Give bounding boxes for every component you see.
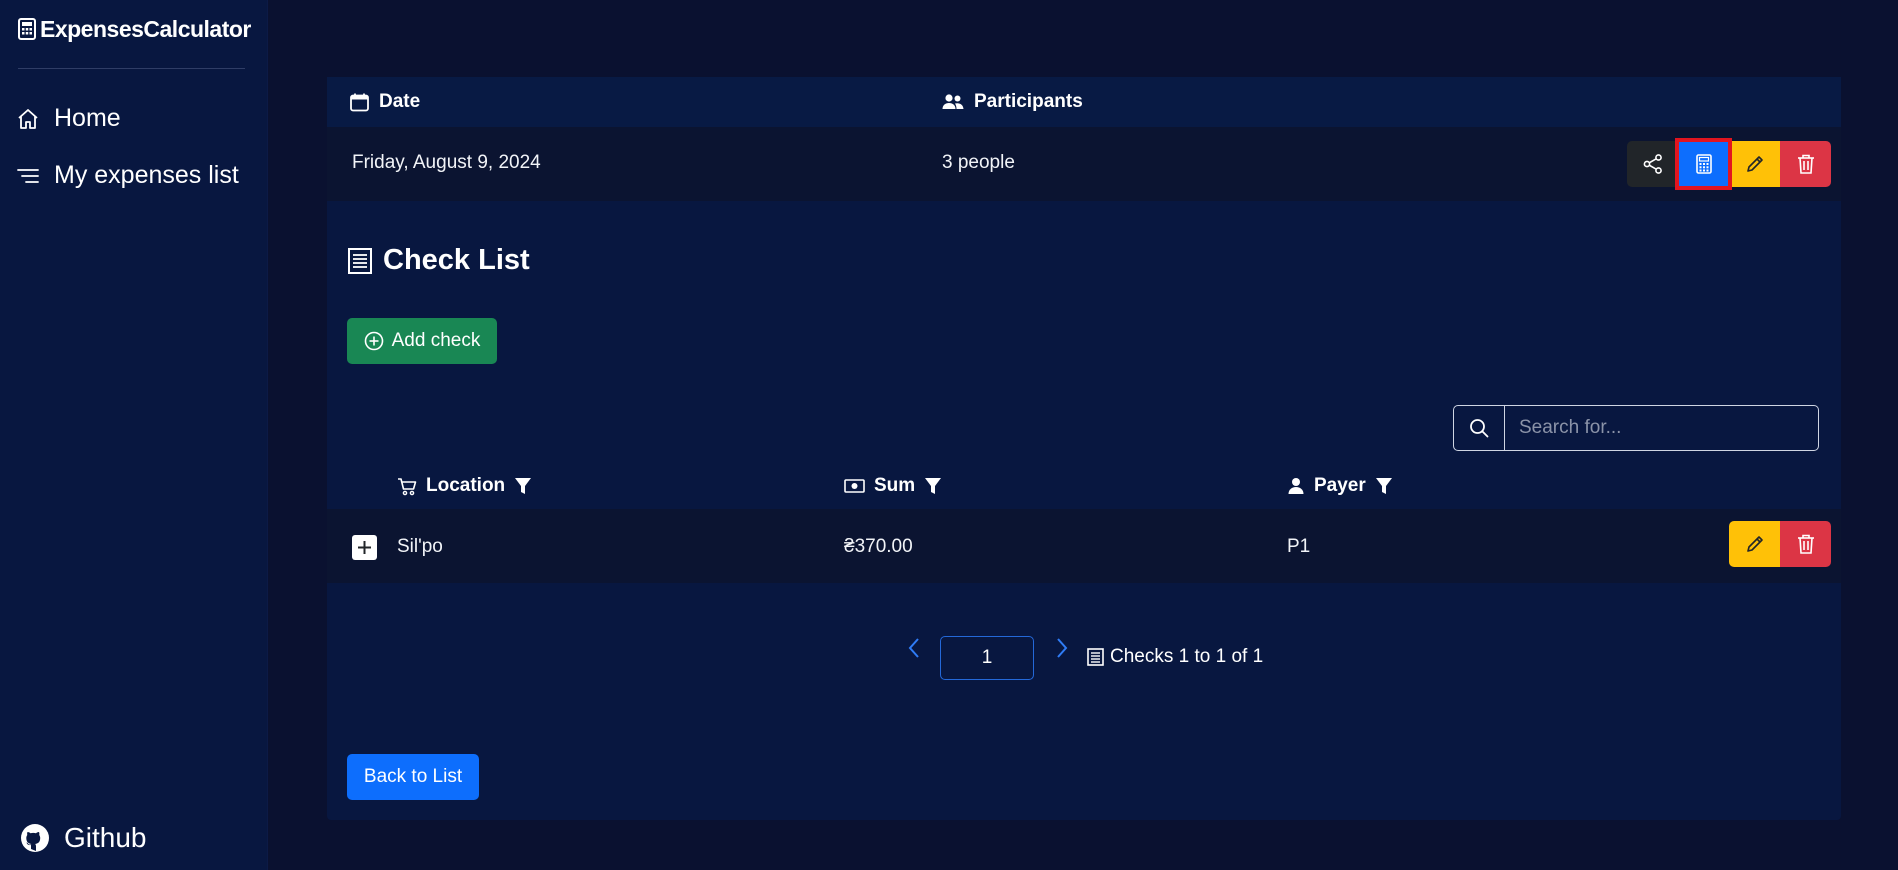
person-icon — [1287, 477, 1305, 495]
pagination-summary: Checks 1 to 1 of 1 — [1087, 646, 1263, 668]
edit-check-button[interactable] — [1729, 521, 1780, 567]
share-icon — [1642, 153, 1664, 175]
details-header-row: Date Participants — [327, 77, 1841, 127]
prev-page-button[interactable] — [907, 637, 921, 659]
column-sum[interactable]: Sum — [844, 475, 942, 497]
github-link[interactable]: Github — [20, 822, 147, 854]
search-button[interactable] — [1453, 405, 1505, 451]
search-input[interactable] — [1505, 405, 1819, 451]
date-value: Friday, August 9, 2024 — [352, 152, 541, 173]
add-check-button[interactable]: Add check — [347, 318, 497, 364]
edit-button[interactable] — [1729, 141, 1780, 187]
sidebar-item-expenses[interactable]: My expenses list — [16, 161, 239, 190]
column-location[interactable]: Location — [397, 475, 532, 497]
calculator-icon — [1695, 154, 1712, 174]
calculate-button[interactable] — [1675, 138, 1732, 190]
page-number-input[interactable] — [940, 636, 1034, 680]
column-sum-label: Sum — [874, 475, 916, 496]
back-to-list-button[interactable]: Back to List — [347, 754, 479, 800]
checklist-title: Check List — [347, 244, 530, 277]
chevron-right-icon — [1055, 637, 1069, 659]
plus-circle-icon — [364, 331, 384, 351]
people-icon — [942, 93, 964, 111]
home-icon — [16, 107, 40, 131]
filter-icon[interactable] — [1375, 477, 1393, 495]
trash-icon — [1797, 534, 1815, 554]
sidebar-item-label: Home — [54, 104, 121, 132]
cell-location: Sil'po — [397, 536, 443, 557]
receipt-icon — [1087, 648, 1104, 666]
plus-icon — [357, 540, 372, 555]
calculator-icon — [18, 18, 36, 40]
date-header-label: Date — [379, 91, 421, 112]
trash-icon — [1797, 154, 1815, 174]
cart-icon — [397, 477, 417, 496]
participants-header: Participants — [942, 91, 1083, 113]
cash-icon — [844, 478, 865, 494]
filter-icon[interactable] — [924, 477, 942, 495]
date-header: Date — [350, 91, 420, 113]
search-icon — [1469, 418, 1489, 438]
add-check-label: Add check — [391, 330, 481, 351]
pencil-icon — [1745, 534, 1765, 554]
expand-row-button[interactable] — [352, 535, 377, 560]
back-to-list-label: Back to List — [363, 766, 463, 787]
brand-title: ExpensesCalculator — [40, 15, 251, 42]
share-button[interactable] — [1627, 141, 1678, 187]
sidebar: ExpensesCalculator Home My expenses list… — [0, 0, 268, 870]
participants-value: 3 people — [942, 152, 1015, 173]
brand[interactable]: ExpensesCalculator — [18, 14, 251, 44]
chevron-left-icon — [907, 637, 921, 659]
github-icon — [20, 823, 50, 853]
details-actions — [1627, 138, 1831, 190]
sidebar-item-home[interactable]: Home — [16, 104, 121, 133]
github-label: Github — [64, 822, 147, 853]
table-row: Sil'po ₴370.00 P1 — [327, 509, 1841, 583]
checklist-title-label: Check List — [383, 244, 530, 276]
details-row: Friday, August 9, 2024 3 people — [327, 127, 1841, 201]
participants-header-label: Participants — [974, 91, 1083, 112]
pagination-summary-label: Checks 1 to 1 of 1 — [1110, 646, 1264, 667]
next-page-button[interactable] — [1055, 637, 1069, 659]
receipt-icon — [347, 247, 373, 275]
column-payer-label: Payer — [1314, 475, 1366, 496]
filter-icon[interactable] — [514, 477, 532, 495]
list-icon — [16, 164, 40, 188]
sidebar-item-label: My expenses list — [54, 161, 239, 189]
expense-details-panel: Date Participants Friday, August 9, 2024… — [327, 77, 1841, 820]
calendar-icon — [350, 93, 369, 112]
column-payer[interactable]: Payer — [1287, 475, 1393, 497]
brand-divider — [18, 68, 245, 69]
row-actions — [1729, 521, 1831, 567]
delete-button[interactable] — [1780, 141, 1831, 187]
pencil-icon — [1745, 154, 1765, 174]
cell-sum: ₴370.00 — [844, 536, 913, 557]
cell-payer: P1 — [1287, 536, 1311, 557]
search-group — [1453, 405, 1821, 451]
column-location-label: Location — [426, 475, 506, 496]
delete-check-button[interactable] — [1780, 521, 1831, 567]
